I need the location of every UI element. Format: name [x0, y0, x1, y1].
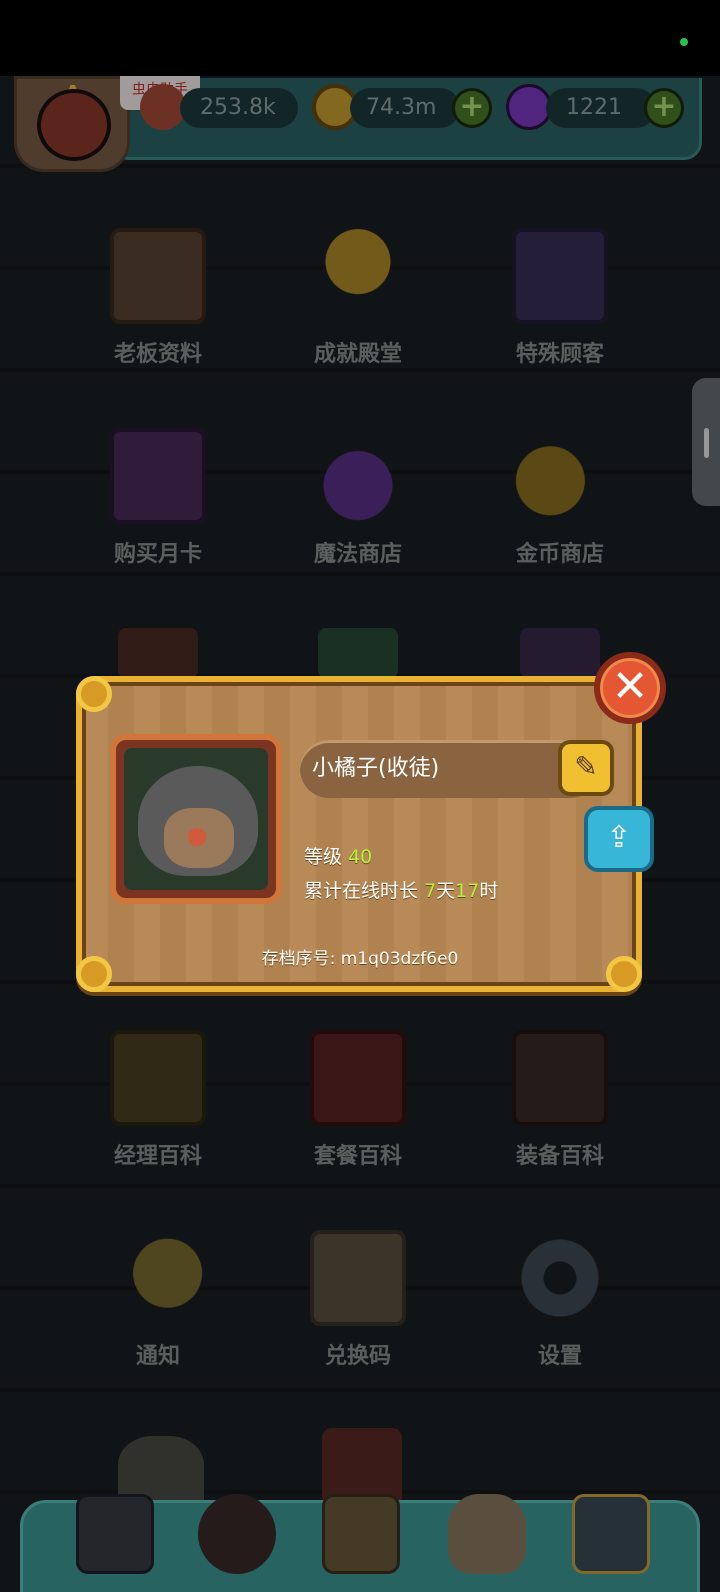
close-icon: ✕: [611, 661, 649, 712]
online-hours: 17: [455, 880, 480, 902]
share-icon: ⇪: [606, 820, 632, 855]
edit-name-button[interactable]: ✎: [558, 740, 614, 796]
days-unit: 天: [436, 880, 456, 902]
share-button[interactable]: ⇪: [584, 806, 654, 872]
online-days: 7: [424, 880, 437, 902]
portrait-image: [124, 748, 268, 890]
status-bar: [0, 0, 720, 76]
level-label: 等级: [304, 846, 343, 868]
ornament-corner-icon: [76, 676, 112, 712]
player-level: 等级 40: [304, 842, 372, 869]
player-name: 小橘子(收徒): [312, 756, 440, 781]
hours-unit: 时: [479, 880, 499, 902]
level-value: 40: [348, 846, 373, 868]
online-time-label: 累计在线时长: [304, 880, 419, 902]
pencil-icon: ✎: [574, 750, 598, 783]
player-portrait[interactable]: [110, 734, 282, 904]
online-time: 累计在线时长 7天17时: [304, 876, 498, 903]
save-id: 存档序号: m1q03dzf6e0: [261, 949, 459, 969]
close-button[interactable]: ✕: [594, 652, 666, 724]
status-indicator-dot: [680, 38, 688, 46]
portrait-nose: [188, 828, 206, 846]
player-name-field: 小橘子(收徒): [300, 740, 600, 798]
